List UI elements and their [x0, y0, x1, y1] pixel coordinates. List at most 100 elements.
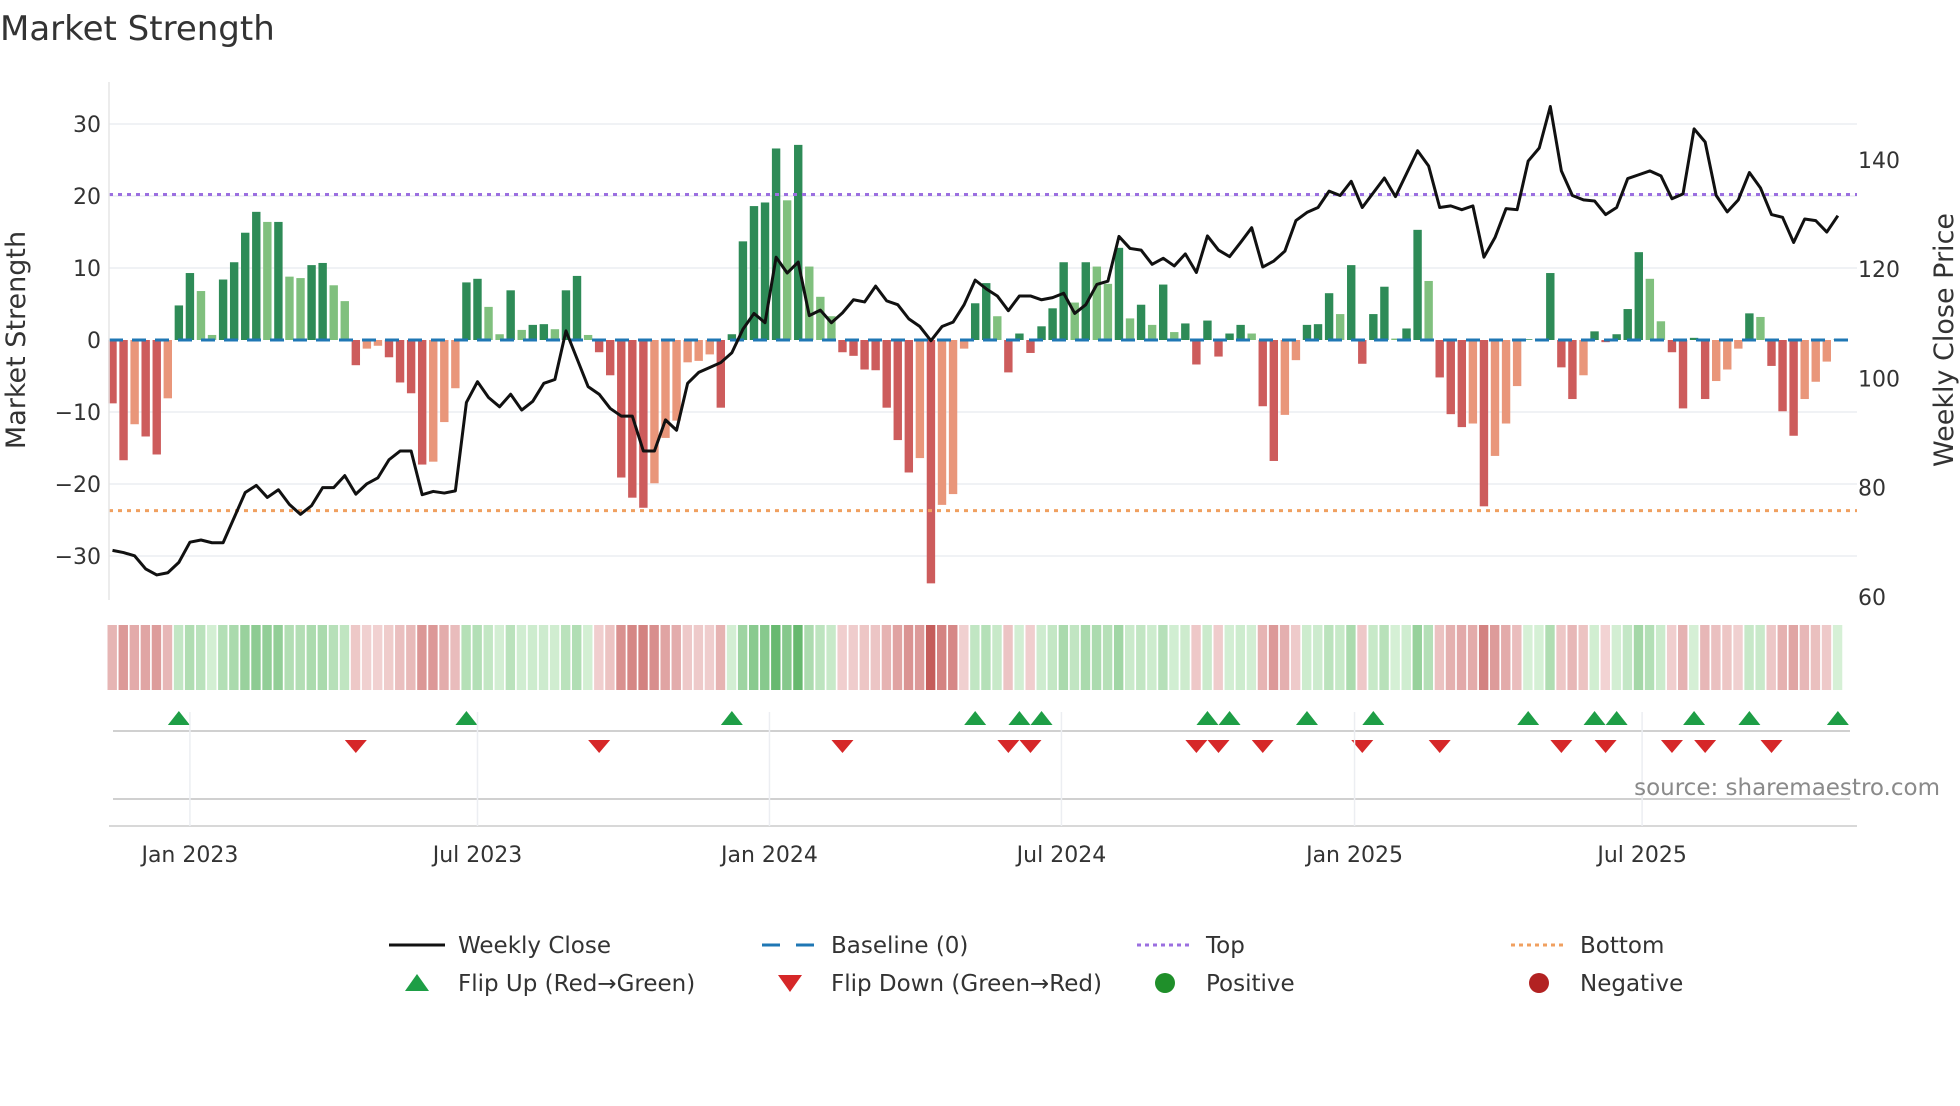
strength-bar — [970, 303, 980, 340]
strip-cell — [1102, 625, 1113, 690]
strength-bar — [838, 340, 847, 353]
strength-bar — [1778, 340, 1787, 412]
strength-bar — [1501, 340, 1511, 424]
strip-cell — [1180, 625, 1190, 690]
strength-bar — [1734, 340, 1743, 349]
strength-bar — [849, 340, 858, 356]
strength-bar — [948, 340, 958, 495]
strength-bar — [893, 340, 902, 441]
strip-cell — [748, 625, 759, 690]
flip-up-marker — [1295, 711, 1318, 725]
flip-up-marker — [1738, 711, 1761, 725]
strength-bar — [871, 340, 880, 371]
strength-bar — [1092, 266, 1102, 340]
strip-cell — [384, 625, 394, 690]
strength-bar — [351, 340, 361, 366]
strength-bar — [1756, 316, 1765, 340]
strip-cell — [1644, 625, 1655, 690]
strip-cell — [317, 625, 328, 690]
strip-cell — [1235, 625, 1246, 690]
strength-bar — [1645, 278, 1655, 340]
y-right-tick-label: 80 — [1858, 477, 1886, 502]
strength-bar — [307, 265, 316, 340]
strip-cell — [782, 625, 792, 690]
strip-cell — [1678, 625, 1688, 690]
strength-bar — [672, 340, 681, 421]
strip-cell — [406, 625, 416, 690]
strength-bar — [1413, 229, 1422, 340]
strip-cell — [959, 625, 969, 690]
strength-bar — [517, 329, 526, 340]
strength-bar — [285, 276, 294, 340]
strip-cell — [1202, 625, 1212, 690]
strip-cell — [483, 625, 493, 690]
strip-cell — [538, 625, 549, 690]
strength-bar — [1678, 340, 1688, 409]
strip-cell — [1368, 625, 1378, 690]
strip-cell — [660, 625, 670, 690]
strip-cell — [450, 625, 460, 690]
strength-bar — [771, 148, 781, 340]
flip-up-marker — [1517, 711, 1540, 725]
strength-bar — [1767, 340, 1776, 366]
strength-bar — [1136, 304, 1146, 340]
strip-cell — [804, 625, 814, 690]
flip-up-marker — [964, 711, 987, 725]
strip-cell — [284, 625, 294, 690]
strip-cell — [361, 625, 372, 690]
strip-cell — [870, 625, 881, 690]
legend-circle-icon — [1155, 973, 1175, 993]
strip-cell — [1467, 625, 1478, 690]
strip-cell — [616, 625, 626, 690]
strip-cell — [162, 625, 173, 690]
strength-bar — [915, 340, 925, 459]
strip-cell — [273, 625, 283, 690]
strip-cell — [472, 625, 482, 690]
strip-cell — [1379, 625, 1389, 690]
flip-down-marker — [1660, 740, 1683, 753]
strip-cell — [1700, 625, 1710, 690]
strip-cell — [693, 625, 704, 690]
flip-down-marker — [588, 740, 611, 753]
x-tick-label: Jul 2024 — [1015, 843, 1107, 868]
legend-label-weekly-close: Weekly Close — [458, 933, 611, 959]
strength-bar — [141, 340, 150, 437]
axes: 3020100−10−20−301401201008060 — [55, 82, 1900, 611]
strip-cell — [594, 625, 604, 690]
strength-bar — [694, 340, 703, 361]
strip-cell — [1689, 625, 1699, 690]
strip-cell — [859, 625, 869, 690]
strip-cell — [1534, 625, 1544, 690]
strength-bar — [1634, 252, 1643, 340]
strip-cell — [1036, 625, 1046, 690]
flip-down-marker — [1251, 740, 1274, 753]
strip-cell — [1766, 625, 1776, 690]
strength-bar — [1214, 340, 1223, 357]
strip-cell — [1777, 625, 1787, 690]
strength-bar — [1369, 314, 1378, 340]
strip-cell — [295, 625, 305, 690]
y-axis-right-label: Weekly Close Price — [1929, 213, 1960, 467]
strength-bar — [794, 144, 803, 340]
strength-bar — [1037, 326, 1046, 340]
strip-cell — [981, 625, 991, 690]
legend-label-baseline-0: Baseline (0) — [831, 933, 968, 959]
flip-up-marker — [1605, 711, 1628, 725]
strength-bar — [1203, 320, 1212, 340]
strip-cell — [1578, 625, 1588, 690]
strip-cell — [1490, 625, 1500, 690]
strength-bar — [1048, 308, 1057, 340]
strip-cell — [439, 625, 449, 690]
strip-cell — [1158, 625, 1168, 690]
strength-bar — [1402, 328, 1411, 340]
legend-label-flip-up-red-green: Flip Up (Red→Green) — [458, 971, 695, 997]
strength-bar — [1347, 265, 1356, 340]
strip-cell — [505, 625, 516, 690]
y-right-tick-label: 60 — [1858, 586, 1886, 611]
strength-heat-strip — [107, 625, 1843, 690]
strength-bar — [1468, 340, 1478, 424]
strength-bar — [572, 275, 582, 340]
flip-down-marker — [1550, 740, 1573, 753]
flip-down-marker — [1428, 740, 1451, 753]
legend-label-negative: Negative — [1580, 971, 1683, 997]
